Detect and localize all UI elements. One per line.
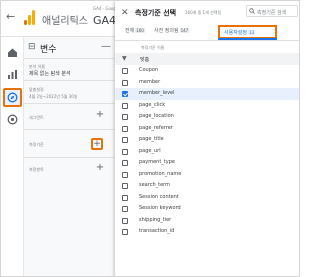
variables-pane: ⊟ 변수 — 분석 이름 제목 없는 탐색 분석 맞춤설정 4월 2일~2022… xyxy=(24,37,114,276)
list-item[interactable]: search_term xyxy=(115,180,299,192)
list-item[interactable]: Session content xyxy=(115,192,299,204)
reports-icon[interactable] xyxy=(7,69,18,80)
list-item[interactable]: shipping_tier xyxy=(115,215,299,227)
screenshot-frame: ← 애널리틱스 GA4 - Google Mer... GA4 - Go ⊟ 변… xyxy=(0,0,300,277)
tab-bar: 전체 160 사전 정의됨 147 사용자설정 13 xyxy=(115,23,299,39)
dimension-name: page_url xyxy=(139,147,161,154)
divider xyxy=(115,40,299,41)
checkbox-checked[interactable] xyxy=(122,91,128,97)
metrics-label: 측정항목 xyxy=(29,167,44,172)
checkbox[interactable] xyxy=(122,194,128,201)
search-input[interactable]: 측정기준 검색 xyxy=(246,5,298,17)
app-brand: 애널리틱스 xyxy=(42,16,88,27)
checkbox[interactable] xyxy=(122,137,128,143)
dimension-name: Session content xyxy=(139,193,179,200)
dimension-list: Coupon member member_level page_click page_l… xyxy=(115,65,299,238)
close-icon[interactable]: ✕ xyxy=(121,8,129,18)
checkbox[interactable] xyxy=(122,206,128,212)
selection-count: 160개 중 1개 선택됨 xyxy=(185,10,222,15)
checkbox[interactable] xyxy=(122,171,128,178)
dimension-name: promotion_name xyxy=(139,170,182,177)
list-item[interactable]: page_url xyxy=(115,146,299,158)
checkbox[interactable] xyxy=(122,217,128,224)
divider xyxy=(24,129,114,130)
checkbox[interactable] xyxy=(122,148,128,155)
dimension-name: member xyxy=(139,78,161,85)
list-item[interactable]: member xyxy=(115,77,299,89)
dimension-name: transaction_id xyxy=(139,228,175,234)
list-item[interactable]: page_location xyxy=(115,111,299,123)
checkbox[interactable] xyxy=(122,102,128,109)
dimension-name: page_click xyxy=(139,101,166,108)
panel-title: 측정기준 선택 xyxy=(135,9,177,17)
dimension-name: Coupon xyxy=(139,67,159,73)
list-item[interactable]: page_click xyxy=(115,100,299,112)
dimension-name: member_level xyxy=(139,90,175,96)
checkbox[interactable] xyxy=(122,125,128,132)
dimension-picker-panel: ✕ 측정기준 선택 160개 중 1개 선택됨 측정기준 검색 전체 160 사전… xyxy=(115,1,299,276)
list-item[interactable]: transaction_id xyxy=(115,226,299,238)
group-label: 맞춤 xyxy=(140,57,150,63)
analysis-name-value[interactable]: 제목 없는 탐색 분석 xyxy=(29,70,71,77)
divider xyxy=(24,157,114,158)
search-icon xyxy=(249,8,255,14)
tab-count: 13 xyxy=(248,30,256,35)
date-range-label: 맞춤설정 xyxy=(29,87,44,92)
list-item[interactable]: promotion_name xyxy=(115,169,299,181)
checkbox[interactable] xyxy=(122,160,128,166)
tab-custom[interactable]: 사용자설정 13 xyxy=(218,25,277,39)
list-item[interactable]: payment_type xyxy=(115,157,299,169)
dimensions-label: 측정기준 xyxy=(29,142,44,147)
advertising-icon[interactable] xyxy=(7,114,18,125)
checkbox[interactable] xyxy=(122,79,128,86)
divider xyxy=(24,103,114,104)
dimension-name: Session keyword xyxy=(139,205,181,211)
explore-icon[interactable] xyxy=(3,88,22,107)
divider xyxy=(24,80,114,81)
column-header: 측정기준 이름 xyxy=(141,45,165,50)
collapse-icon[interactable]: ⊟ xyxy=(28,42,36,52)
date-range-value[interactable]: 4월 2일~2022년 5월 30일 xyxy=(29,94,77,100)
left-rail xyxy=(1,37,24,276)
tab-label: 전체 xyxy=(125,28,135,34)
tab-predefined[interactable]: 사전 정의됨 147 xyxy=(154,25,190,39)
home-icon[interactable] xyxy=(7,47,18,58)
add-metric-button[interactable]: + xyxy=(95,163,105,173)
list-item[interactable]: member_level xyxy=(115,88,299,100)
tab-label: 사전 정의됨 xyxy=(154,28,179,34)
segments-label: 세그먼트 xyxy=(29,115,44,120)
list-item[interactable]: page_title xyxy=(115,134,299,146)
minimize-icon[interactable]: — xyxy=(101,41,111,52)
search-placeholder: 측정기준 검색 xyxy=(257,10,287,16)
group-header[interactable]: ▼ 맞춤 xyxy=(115,53,299,65)
add-dimension-button[interactable]: + xyxy=(91,138,103,150)
dimension-name: page_referrer xyxy=(139,124,173,131)
dimension-name: shipping_tier xyxy=(139,216,172,223)
list-item[interactable]: Coupon xyxy=(115,65,299,77)
tab-all[interactable]: 전체 160 xyxy=(125,25,145,39)
dimension-name: search_term xyxy=(139,182,170,188)
tab-count: 160 xyxy=(135,28,145,33)
dimension-name: page_location xyxy=(139,113,174,119)
checkbox[interactable] xyxy=(122,183,128,189)
variables-header: ⊟ 변수 — xyxy=(24,37,114,59)
analytics-logo-icon xyxy=(24,10,36,25)
list-item[interactable]: Session keyword xyxy=(115,203,299,215)
back-arrow-icon[interactable]: ← xyxy=(6,10,15,23)
checkbox[interactable] xyxy=(122,114,128,120)
chevron-down-icon: ▼ xyxy=(122,55,127,62)
checkbox[interactable] xyxy=(122,68,128,74)
checkbox[interactable] xyxy=(122,229,128,235)
add-segment-button[interactable]: + xyxy=(95,110,105,120)
list-item[interactable]: page_referrer xyxy=(115,123,299,135)
dimension-name: payment_type xyxy=(139,159,175,165)
variables-title: 변수 xyxy=(40,45,57,55)
tab-label: 사용자설정 xyxy=(224,30,248,36)
dimension-name: page_title xyxy=(139,136,164,142)
tab-count: 147 xyxy=(179,28,190,33)
